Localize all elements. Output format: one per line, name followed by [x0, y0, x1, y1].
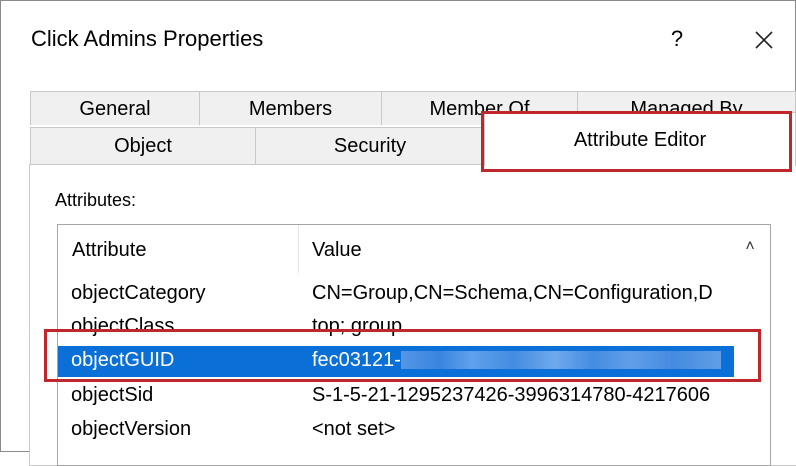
close-button[interactable] [745, 21, 783, 59]
guid-prefix: fec03121- [312, 349, 401, 371]
tab-security[interactable]: Security [255, 127, 485, 165]
attributes-list[interactable]: Attribute Value ˄ objectCategory CN=Grou… [57, 224, 771, 466]
attribute-value: S-1-5-21-1295237426-3996314780-4217606 [312, 384, 711, 406]
tab-general[interactable]: General [30, 91, 200, 125]
help-button[interactable]: ? [661, 23, 693, 55]
scroll-up-icon[interactable]: ˄ [738, 235, 762, 259]
column-divider[interactable] [298, 225, 299, 273]
attribute-value: <not set> [312, 418, 396, 440]
tab-members[interactable]: Members [199, 91, 382, 125]
list-item[interactable]: objectCategory CN=Group,CN=Schema,CN=Con… [58, 279, 734, 310]
attribute-name: objectCategory [71, 282, 206, 304]
list-item-selected[interactable]: objectGUID fec03121- [58, 346, 734, 377]
list-header: Attribute Value ˄ [58, 225, 770, 273]
dialog-title: Click Admins Properties [31, 26, 264, 51]
attribute-name: objectGUID [71, 349, 175, 371]
column-header-attribute[interactable]: Attribute [72, 239, 146, 262]
title-bar[interactable]: Click Admins Properties ? [1, 1, 795, 77]
attribute-value: top; group [312, 315, 403, 337]
attribute-name: objectClass [71, 315, 175, 337]
list-item[interactable]: objectVersion <not set> [58, 415, 734, 446]
column-header-value[interactable]: Value [312, 239, 362, 262]
close-icon [755, 31, 773, 49]
attribute-value: fec03121- [312, 349, 721, 372]
list-item[interactable]: objectSid S-1-5-21-1295237426-3996314780… [58, 381, 734, 412]
tab-attribute-editor[interactable]: Attribute Editor [484, 112, 796, 166]
attributes-label: Attributes: [55, 190, 137, 210]
redacted-value [400, 351, 721, 369]
attribute-value: CN=Group,CN=Schema,CN=Configuration,D [312, 282, 713, 304]
attribute-name: objectVersion [71, 418, 192, 440]
list-item[interactable]: objectClass top; group [58, 312, 734, 343]
tab-object[interactable]: Object [30, 127, 256, 165]
attribute-name: objectSid [71, 384, 154, 406]
